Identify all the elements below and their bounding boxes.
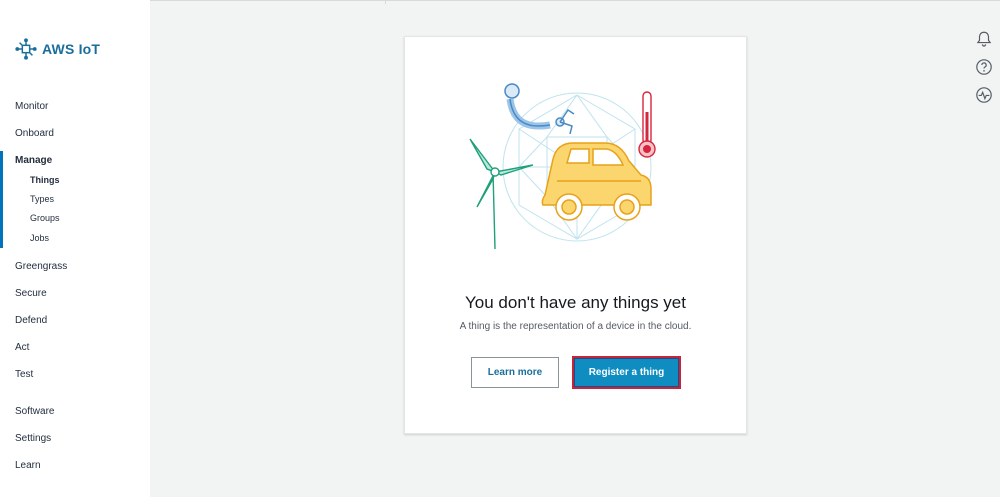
aws-iot-logo[interactable]: AWS IoT <box>15 38 100 60</box>
sidebar-item-software[interactable]: Software <box>15 406 54 417</box>
sidebar-subitem-types[interactable]: Types <box>30 194 54 204</box>
empty-state-card: You don't have any things yet A thing is… <box>404 36 747 434</box>
empty-state-subtitle: A thing is the representation of a devic… <box>459 321 692 332</box>
activity-icon[interactable] <box>975 86 993 104</box>
sidebar-item-defend[interactable]: Defend <box>15 315 47 326</box>
sidebar-item-learn[interactable]: Learn <box>15 460 41 471</box>
learn-more-button[interactable]: Learn more <box>471 357 559 388</box>
empty-state-title: You don't have any things yet <box>465 293 686 312</box>
header-divider-tick <box>385 0 386 4</box>
sidebar-item-onboard[interactable]: Onboard <box>15 128 54 139</box>
help-icon[interactable] <box>975 58 993 76</box>
sidebar-item-monitor[interactable]: Monitor <box>15 101 48 112</box>
header-divider <box>150 0 1000 1</box>
iot-devices-illustration <box>469 83 656 250</box>
sidebar-item-greengrass[interactable]: Greengrass <box>15 261 67 272</box>
sidebar-subitem-groups[interactable]: Groups <box>30 213 60 223</box>
right-toolbar <box>975 30 993 114</box>
sidebar-item-act[interactable]: Act <box>15 342 29 353</box>
sidebar-subitem-jobs[interactable]: Jobs <box>30 233 49 243</box>
sidebar-item-settings[interactable]: Settings <box>15 433 51 444</box>
sidebar-item-manage[interactable]: Manage <box>15 155 52 166</box>
sidebar-item-secure[interactable]: Secure <box>15 288 47 299</box>
register-thing-button[interactable]: Register a thing <box>572 356 681 389</box>
app-name: AWS IoT <box>42 41 101 57</box>
sidebar-subitem-things[interactable]: Things <box>30 175 60 185</box>
sidebar: AWS IoT Monitor Onboard Manage Things Ty… <box>0 0 150 497</box>
bell-icon[interactable] <box>975 30 993 48</box>
iot-logo-icon <box>15 38 37 60</box>
active-section-indicator <box>0 151 3 248</box>
sidebar-item-test[interactable]: Test <box>15 369 33 380</box>
